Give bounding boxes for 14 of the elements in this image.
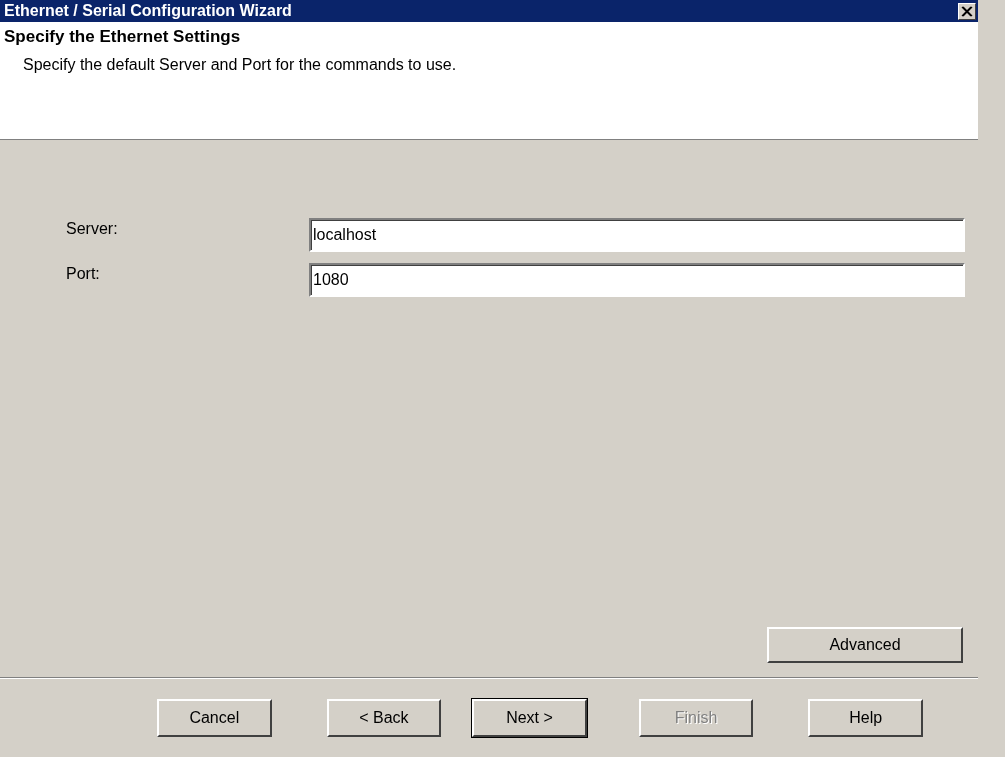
wizard-button[interactable]: < Back <box>326 699 442 737</box>
field-label: Port: <box>65 265 101 283</box>
page-heading: Specify the Ethernet Settings <box>4 27 242 47</box>
wizard-button[interactable]: Help <box>808 699 923 737</box>
field-label: Server: <box>65 220 119 238</box>
wizard-button[interactable]: Cancel <box>157 699 272 737</box>
input-field[interactable]: localhost <box>309 218 965 252</box>
input-field[interactable]: 1080 <box>309 263 965 297</box>
window-title: Ethernet / Serial Configuration Wizard <box>4 2 292 20</box>
close-icon <box>961 5 973 17</box>
page-description: Specify the default Server and Port for the commands to use. <box>23 56 458 74</box>
close-button[interactable] <box>958 2 976 20</box>
advanced-button[interactable]: Advanced <box>767 627 963 663</box>
wizard-button[interactable]: Next > <box>472 699 587 737</box>
